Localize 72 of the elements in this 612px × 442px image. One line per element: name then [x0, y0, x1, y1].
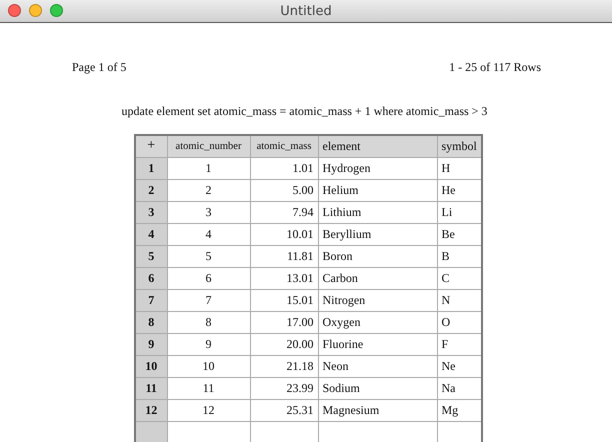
- table-cell: Hydrogen: [318, 157, 437, 179]
- table-cell: Mg: [437, 399, 482, 421]
- column-header[interactable]: atomic_mass: [250, 135, 318, 157]
- row-number: 12: [135, 399, 167, 421]
- table-cell: 10.01: [250, 223, 318, 245]
- column-header[interactable]: atomic_number: [167, 135, 250, 157]
- table-cell: Neon: [318, 355, 437, 377]
- table-cell: 17.00: [250, 311, 318, 333]
- table-cell: 13.01: [250, 267, 318, 289]
- table-cell: 5.00: [250, 179, 318, 201]
- row-number: 8: [135, 311, 167, 333]
- table-cell: Ne: [437, 355, 482, 377]
- table-cell: 1.01: [250, 157, 318, 179]
- row-number: 6: [135, 267, 167, 289]
- table-cell: Nitrogen: [318, 289, 437, 311]
- add-column-header[interactable]: +: [135, 135, 167, 157]
- table-cell: H: [437, 157, 482, 179]
- table-cell: 9: [167, 333, 250, 355]
- table-cell: O: [437, 311, 482, 333]
- row-number: 9: [135, 333, 167, 355]
- row-number: 5: [135, 245, 167, 267]
- table-cell: He: [437, 179, 482, 201]
- zoom-button[interactable]: [50, 4, 63, 17]
- table-cell: Lithium: [318, 201, 437, 223]
- table-cell: 3: [167, 201, 250, 223]
- table-cell: 7.94: [250, 201, 318, 223]
- window-title: Untitled: [280, 4, 332, 18]
- table-cell: 23.99: [250, 377, 318, 399]
- row-count: 1 - 25 of 117 Rows: [449, 60, 541, 75]
- table-cell: 2: [167, 179, 250, 201]
- column-header[interactable]: element: [318, 135, 437, 157]
- row-number: 7: [135, 289, 167, 311]
- row-number: 11: [135, 377, 167, 399]
- minimize-button[interactable]: [29, 4, 42, 17]
- table-cell: 11.81: [250, 245, 318, 267]
- row-number: 4: [135, 223, 167, 245]
- table-cell: 6: [167, 267, 250, 289]
- table-cell: Na: [437, 377, 482, 399]
- table-cell: 7: [167, 289, 250, 311]
- table-cell: Sodium: [318, 377, 437, 399]
- table-cell: 10: [167, 355, 250, 377]
- table-cell: 8: [167, 311, 250, 333]
- table-cell: 25.31: [250, 399, 318, 421]
- page-indicator: Page 1 of 5: [72, 60, 126, 75]
- table-cell: F: [437, 333, 482, 355]
- table-cell: C: [437, 267, 482, 289]
- table-cell: 1: [167, 157, 250, 179]
- table-cell: 5: [167, 245, 250, 267]
- row-number: 2: [135, 179, 167, 201]
- table-cell: B: [437, 245, 482, 267]
- table-cell: N: [437, 289, 482, 311]
- row-number: 1: [135, 157, 167, 179]
- table-cell: 11: [167, 377, 250, 399]
- table-cell: Carbon: [318, 267, 437, 289]
- table-cell: Boron: [318, 245, 437, 267]
- table-cell: 21.18: [250, 355, 318, 377]
- close-button[interactable]: [8, 4, 21, 17]
- column-header[interactable]: symbol: [437, 135, 482, 157]
- table-cell: 12: [167, 399, 250, 421]
- table-cell: 20.00: [250, 333, 318, 355]
- table-cell: Magnesium: [318, 399, 437, 421]
- table-cell: Oxygen: [318, 311, 437, 333]
- table-cell: Fluorine: [318, 333, 437, 355]
- table-cell: Be: [437, 223, 482, 245]
- row-number: 3: [135, 201, 167, 223]
- table-cell: 15.01: [250, 289, 318, 311]
- sql-query: update element set atomic_mass = atomic_mass + 1 where atomic_mass > 3: [120, 104, 488, 119]
- table-cell: Helium: [318, 179, 437, 201]
- table-cell: Beryllium: [318, 223, 437, 245]
- table-cell: Li: [437, 201, 482, 223]
- table-cell: 4: [167, 223, 250, 245]
- row-number: 10: [135, 355, 167, 377]
